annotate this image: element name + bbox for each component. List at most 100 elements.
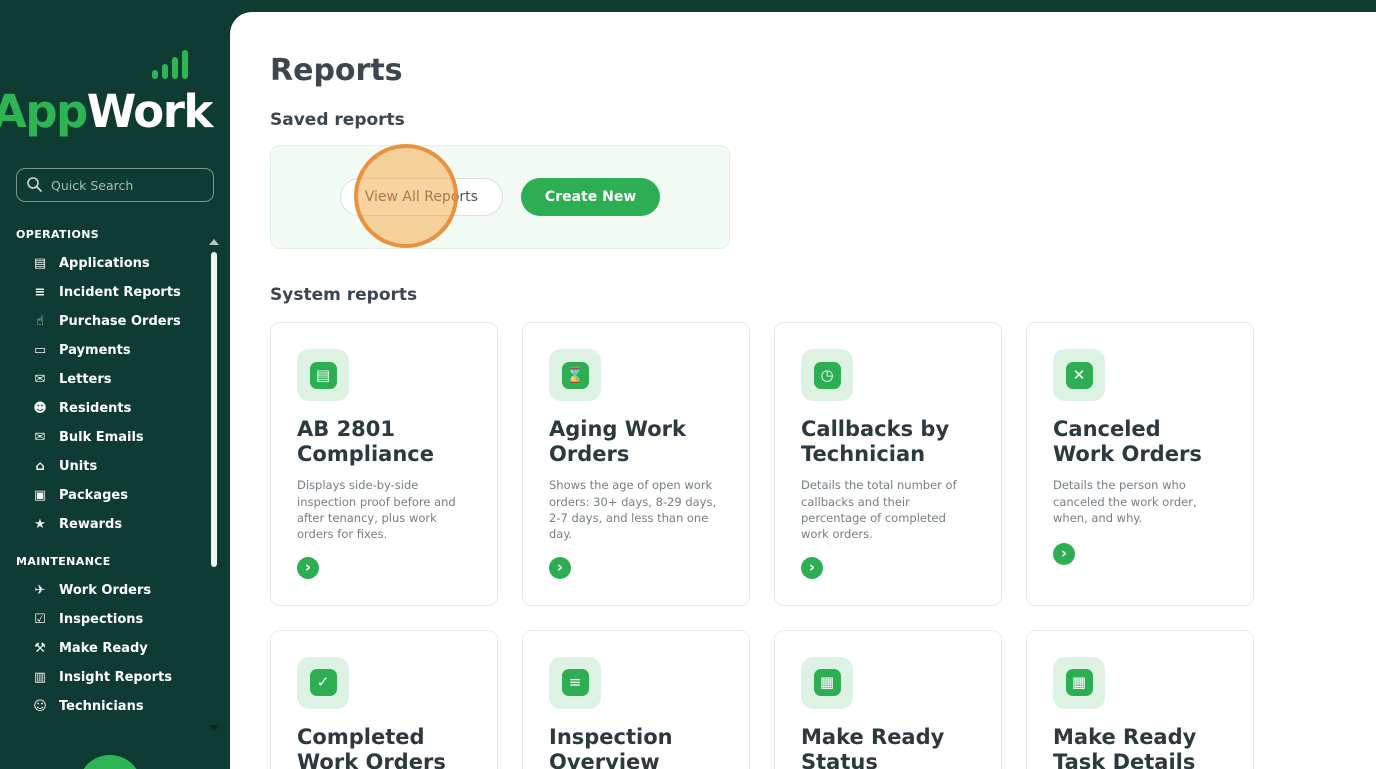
logo-app-part: App — [0, 85, 87, 138]
logo-work-part: Work — [87, 85, 212, 138]
create-new-button[interactable]: Create New — [521, 178, 660, 216]
quick-search — [16, 168, 214, 202]
sidebar-item-technicians[interactable]: ☺ Technicians — [0, 692, 230, 721]
report-card-title: Inspection Overview — [549, 725, 723, 769]
sidebar-item-label: Units — [59, 459, 97, 474]
calendar-icon: ▦ — [814, 669, 841, 696]
sidebar-item-inspections[interactable]: ☑ Inspections — [0, 605, 230, 634]
sidebar-item-label: Packages — [59, 488, 128, 503]
inspections-icon: ☑ — [32, 612, 48, 627]
sidebar-item-label: Technicians — [59, 699, 144, 714]
sidebar-item-insight-reports[interactable]: ▥ Insight Reports — [0, 663, 230, 692]
help-fab-button[interactable] — [78, 755, 142, 769]
report-card-callbacks-by-technician[interactable]: ◷ Callbacks by Technician Details the to… — [774, 322, 1002, 606]
report-card-ab-2801-compliance[interactable]: ▤ AB 2801 Compliance Displays side-by-si… — [270, 322, 498, 606]
insight-reports-icon: ▥ — [32, 670, 48, 685]
x-square-icon: ✕ — [1066, 362, 1093, 389]
chevron-right-icon: › — [557, 558, 563, 576]
sidebar-item-label: Applications — [59, 256, 150, 271]
app-screen: AppWork OPERATIONS ▤Applications ≡Incide… — [0, 0, 1376, 769]
report-card-completed-work-orders[interactable]: ✓ Completed Work Orders — [270, 630, 498, 769]
sidebar-item-label: Letters — [59, 372, 112, 387]
sidebar-item-label: Inspections — [59, 612, 143, 627]
quick-search-input[interactable] — [16, 168, 214, 202]
report-card-icon-bg: ≡ — [549, 657, 601, 709]
make-ready-icon: ⚒ — [32, 641, 48, 656]
sidebar-item-work-orders[interactable]: ✈ Work Orders — [0, 576, 230, 605]
document-report-icon: ▤ — [310, 362, 337, 389]
letters-icon: ✉ — [32, 372, 48, 387]
open-report-button[interactable]: › — [549, 557, 571, 579]
appwork-logo: AppWork — [0, 50, 230, 138]
saved-reports-heading: Saved reports — [270, 108, 1336, 132]
units-icon: ⌂ — [32, 459, 48, 474]
sidebar-item-rewards[interactable]: ★ Rewards — [0, 510, 230, 539]
saved-reports-panel: View All Reports Create New — [270, 145, 730, 249]
applications-icon: ▤ — [32, 256, 48, 271]
sidebar-item-bulk-emails[interactable]: ✉Bulk Emails — [0, 423, 230, 452]
system-reports-grid: ▤ AB 2801 Compliance Displays side-by-si… — [270, 322, 1336, 769]
sidebar-item-payments[interactable]: ▭ Payments — [0, 336, 230, 365]
report-card-make-ready-status[interactable]: ▦ Make Ready Status — [774, 630, 1002, 769]
report-card-inspection-overview[interactable]: ≡ Inspection Overview — [522, 630, 750, 769]
open-report-button[interactable]: › — [801, 557, 823, 579]
calendar-icon: ▦ — [1066, 669, 1093, 696]
scroll-down-arrow[interactable] — [209, 725, 219, 731]
logo-signal-bars-icon — [152, 50, 188, 79]
nav-section-maintenance: MAINTENANCE — [16, 555, 230, 568]
report-card-description: Shows the age of open work orders: 30+ d… — [549, 477, 723, 542]
sidebar: AppWork OPERATIONS ▤ Applications ≡Incide… — [0, 0, 230, 769]
report-card-canceled-work-orders[interactable]: ✕ Canceled Work Orders Details the perso… — [1026, 322, 1254, 606]
sidebar-item-letters[interactable]: ✉ Letters — [0, 365, 230, 394]
sidebar-item-label: Purchase Orders — [59, 314, 181, 329]
sidebar-item-residents[interactable]: ☻Residents — [0, 394, 230, 423]
report-card-title: Make Ready Status — [801, 725, 975, 769]
sidebar-item-label: Work Orders — [59, 583, 151, 598]
report-card-title: Canceled Work Orders — [1053, 417, 1227, 467]
packages-icon: ▣ — [32, 488, 48, 503]
payments-icon: ▭ — [32, 343, 48, 358]
hourglass-icon: ⌛ — [562, 362, 589, 389]
sidebar-item-label: Payments — [59, 343, 131, 358]
sidebar-scrollbar-thumb[interactable] — [211, 252, 217, 567]
sidebar-item-label: Rewards — [59, 517, 122, 532]
work-orders-icon: ✈ — [32, 583, 48, 598]
chevron-right-icon: › — [809, 558, 815, 576]
open-report-button[interactable]: › — [297, 557, 319, 579]
main-content: Reports Saved reports View All Reports C… — [230, 12, 1376, 769]
report-card-icon-bg: ◷ — [801, 349, 853, 401]
clock-icon: ◷ — [814, 362, 841, 389]
report-card-make-ready-task-details[interactable]: ▦ Make Ready Task Details — [1026, 630, 1254, 769]
check-square-icon: ✓ — [310, 669, 337, 696]
report-card-title: Completed Work Orders — [297, 725, 471, 769]
nav-section-operations: OPERATIONS — [16, 228, 230, 241]
sidebar-item-applications[interactable]: ▤ Applications — [0, 249, 230, 278]
chevron-right-icon: › — [305, 558, 311, 576]
search-icon — [26, 176, 43, 193]
sidebar-item-make-ready[interactable]: ⚒Make Ready — [0, 634, 230, 663]
technicians-icon: ☺ — [32, 699, 48, 714]
open-report-button[interactable]: › — [1053, 543, 1075, 565]
sidebar-item-purchase-orders[interactable]: ☝Purchase Orders — [0, 307, 230, 336]
sidebar-item-label: Insight Reports — [59, 670, 172, 685]
system-reports-heading: System reports — [270, 283, 1336, 307]
sidebar-item-label: Bulk Emails — [59, 430, 144, 445]
report-card-title: Make Ready Task Details — [1053, 725, 1227, 769]
report-card-description: Details the person who canceled the work… — [1053, 477, 1227, 529]
report-card-title: Callbacks by Technician — [801, 417, 975, 467]
report-card-icon-bg: ▦ — [801, 657, 853, 709]
view-all-reports-button[interactable]: View All Reports — [340, 178, 503, 216]
rewards-icon: ★ — [32, 517, 48, 532]
sidebar-item-incident-reports[interactable]: ≡Incident Reports — [0, 278, 230, 307]
report-card-title: Aging Work Orders — [549, 417, 723, 467]
sidebar-item-label: Residents — [59, 401, 131, 416]
sidebar-item-units[interactable]: ⌂ Units — [0, 452, 230, 481]
sidebar-item-label: Incident Reports — [59, 285, 181, 300]
scroll-up-arrow[interactable] — [209, 239, 219, 245]
chevron-right-icon: › — [1061, 544, 1067, 562]
document-lines-icon: ≡ — [562, 669, 589, 696]
page-title: Reports — [270, 52, 1336, 90]
report-card-aging-work-orders[interactable]: ⌛ Aging Work Orders Shows the age of ope… — [522, 322, 750, 606]
report-card-title: AB 2801 Compliance — [297, 417, 471, 467]
sidebar-item-packages[interactable]: ▣ Packages — [0, 481, 230, 510]
